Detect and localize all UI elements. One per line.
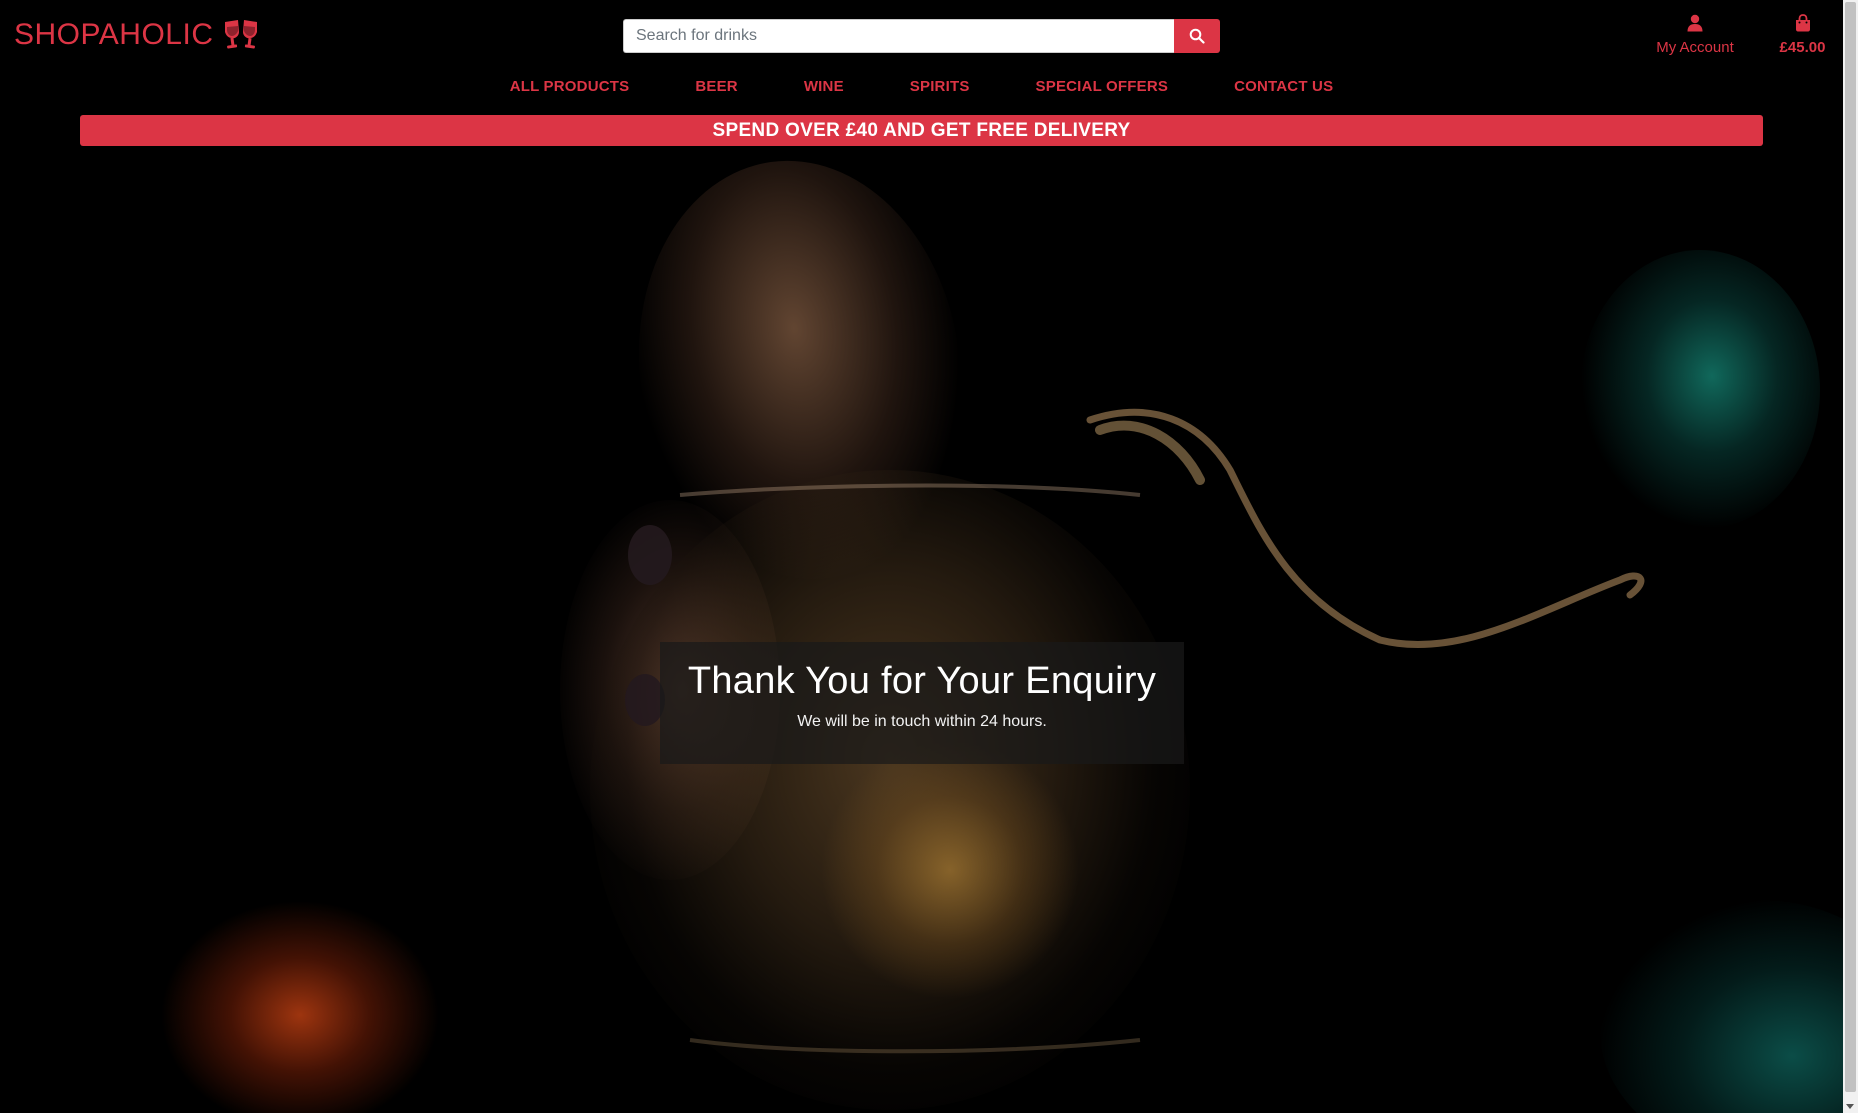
search-bar [623,19,1220,53]
user-icon [1687,14,1703,32]
shopping-bag-icon [1795,14,1810,32]
logo-link[interactable]: SHOPAHOLIC [14,18,260,52]
brand-name: SHOPAHOLIC [14,18,214,51]
bag-total: £45.00 [1779,39,1826,56]
scroll-down-arrow-icon[interactable] [1846,1104,1854,1109]
my-account-label: My Account [1656,39,1734,56]
page-scrollbar[interactable] [1843,0,1858,1113]
hero-background-image [0,0,1843,1113]
search-icon [1189,28,1205,44]
nav-item-special-offers[interactable]: SPECIAL OFFERS [1036,78,1169,95]
page: SHOPAHOLIC Search for drinks My Account … [0,0,1858,1113]
enquiry-confirmation-box: Thank You for Your Enquiry We will be in… [660,642,1184,764]
scrollbar-thumb[interactable] [1845,2,1856,1092]
nav-item-wine[interactable]: WINE [804,78,844,95]
search-input[interactable] [623,19,1174,53]
free-delivery-banner: SPEND OVER £40 AND GET FREE DELIVERY [80,115,1763,146]
nav-item-beer[interactable]: BEER [695,78,737,95]
confirmation-title: Thank You for Your Enquiry [687,660,1157,702]
liquid-splash [625,408,1645,1054]
confirmation-subtitle: We will be in touch within 24 hours. [797,713,1047,730]
main-nav: ALL PRODUCTS BEER WINE SPIRITS SPECIAL O… [0,78,1843,95]
glasses-cheers-icon [224,20,257,49]
shopping-bag-link[interactable]: £45.00 [1770,14,1835,56]
site-header: SHOPAHOLIC Search for drinks My Account … [0,0,1843,150]
nav-item-contact-us[interactable]: CONTACT US [1234,78,1333,95]
nav-item-spirits[interactable]: SPIRITS [910,78,970,95]
nav-item-all-products[interactable]: ALL PRODUCTS [510,78,630,95]
my-account-link[interactable]: My Account [1650,14,1740,56]
search-button[interactable] [1174,19,1220,53]
